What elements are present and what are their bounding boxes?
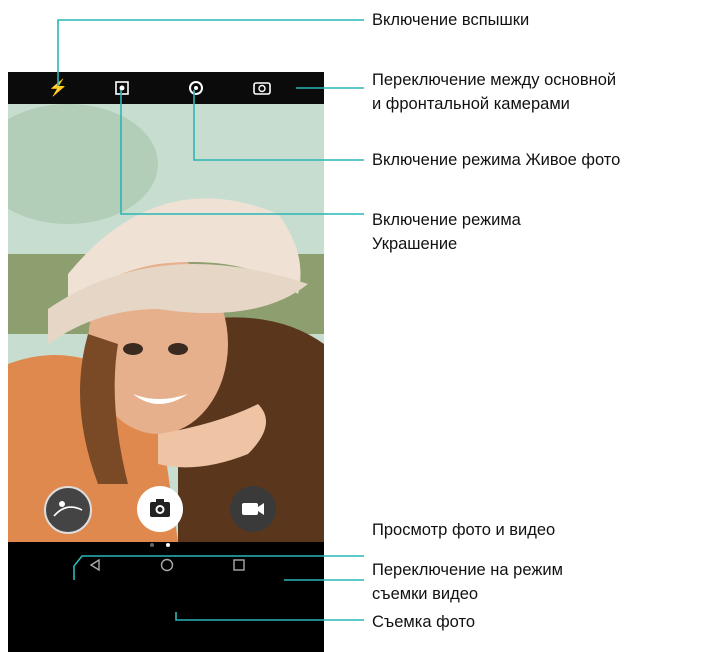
callout-gallery: Просмотр фото и видео: [372, 521, 556, 539]
callout-beauty: Включение режима Украшение: [372, 211, 521, 253]
callout-switch-camera: Переключение между основной и фронтально…: [372, 71, 617, 113]
callout-flash: Включение вспышки: [372, 11, 530, 29]
callout-video-mode: Переключение на режим съемки видео: [372, 561, 563, 603]
callout-live-photo: Включение режима Живое фото: [372, 151, 621, 169]
callout-capture: Съемка фото: [372, 613, 476, 631]
